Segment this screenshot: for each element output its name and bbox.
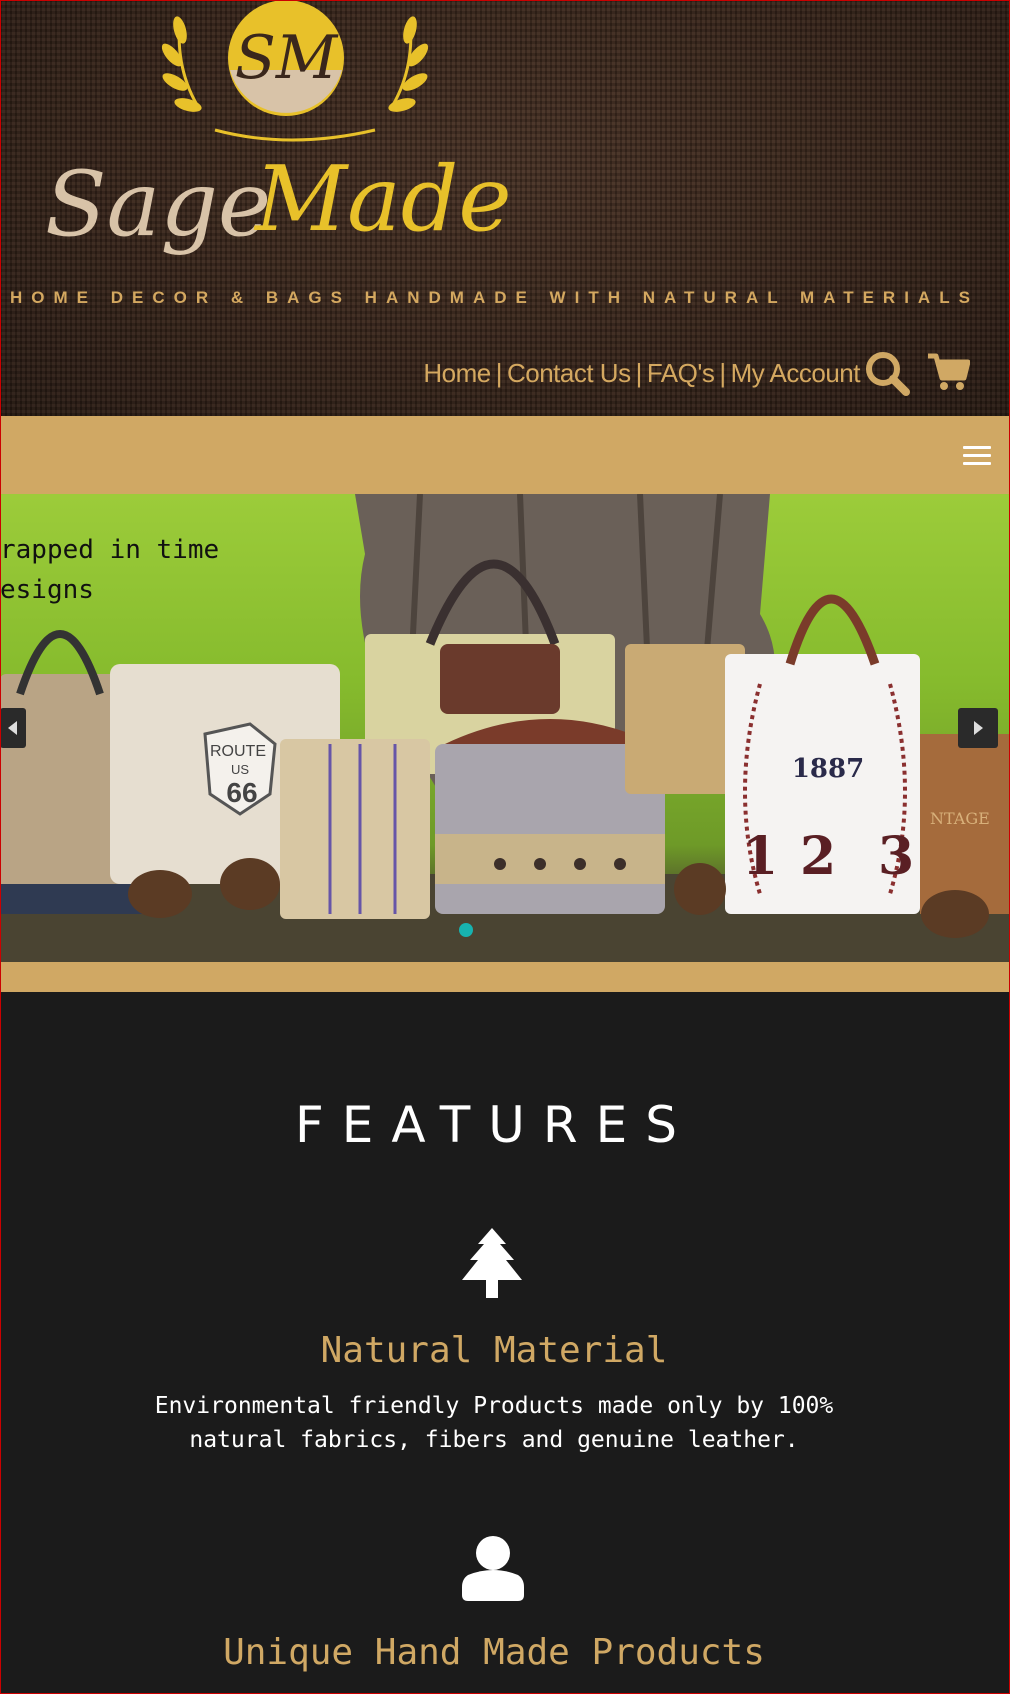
page-frame (0, 0, 1010, 1694)
